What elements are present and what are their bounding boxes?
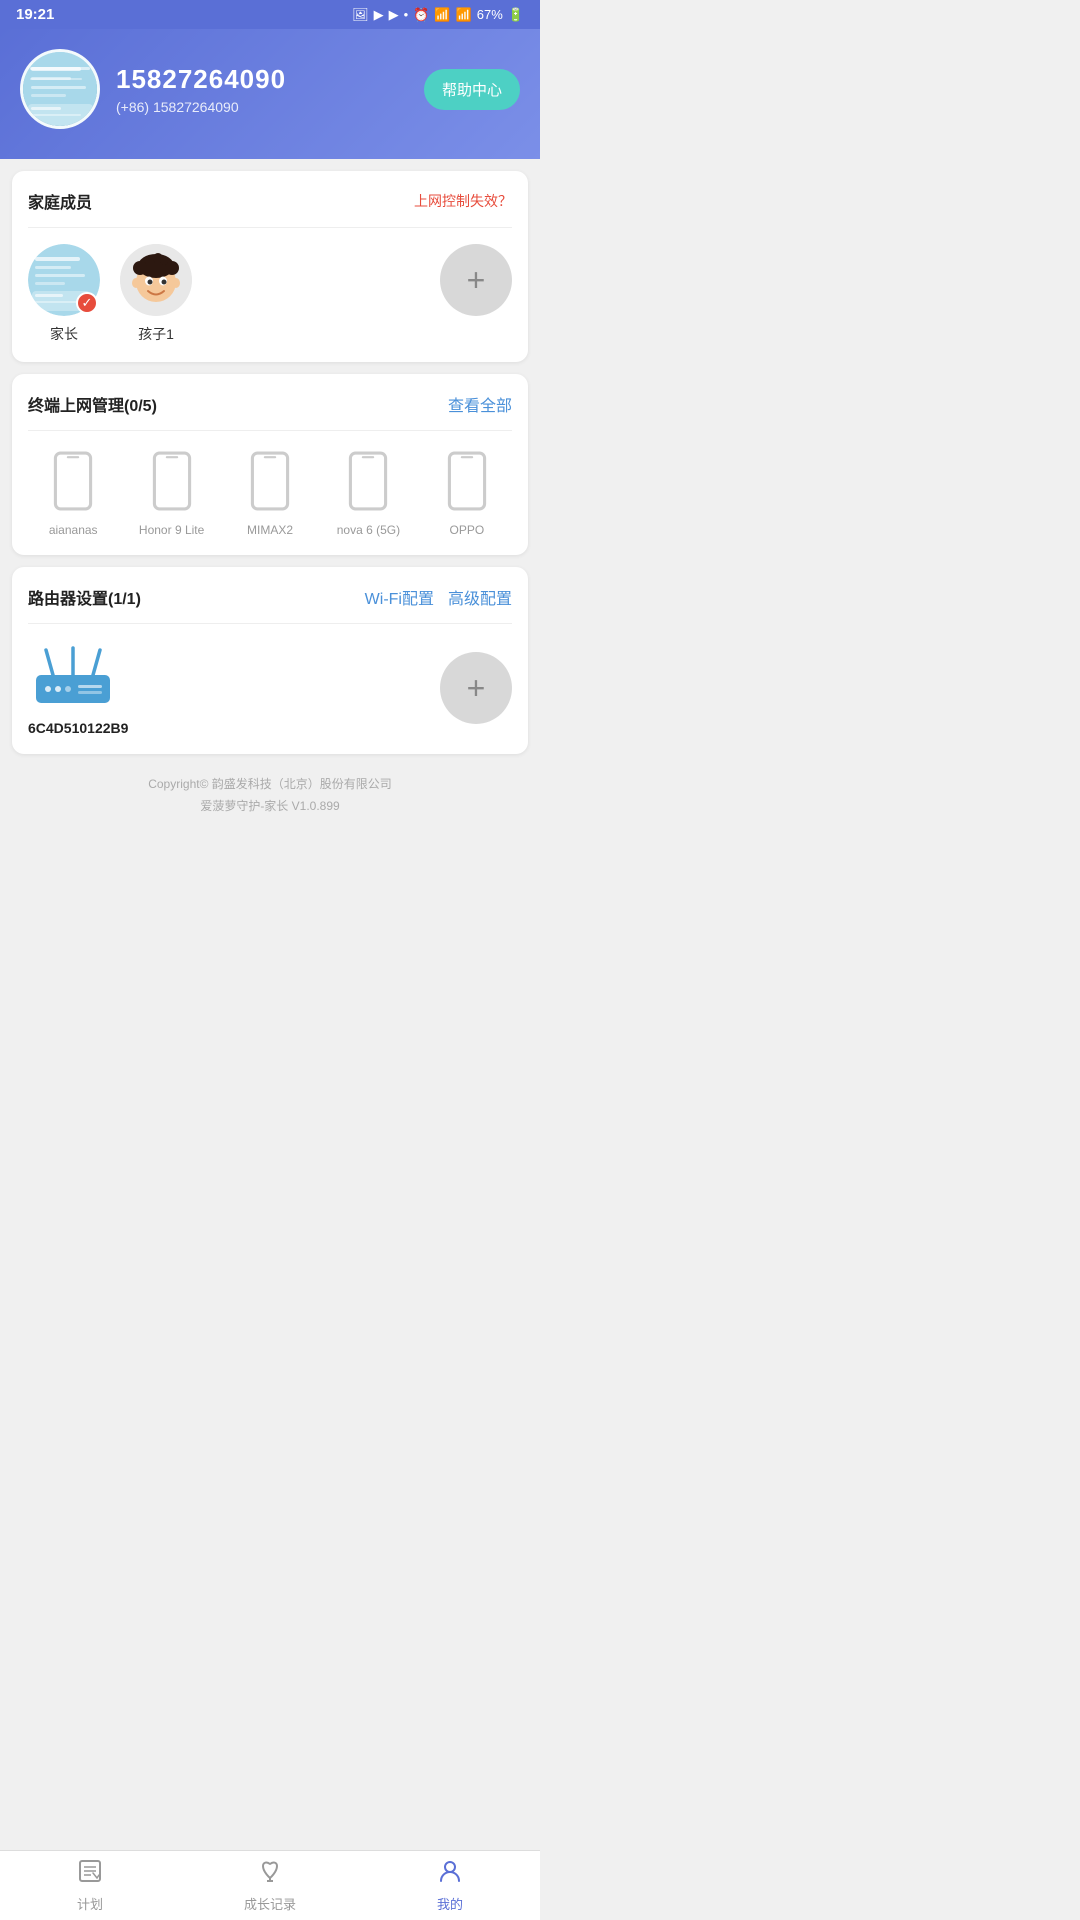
router-row: 6C4D510122B9 + <box>28 640 512 736</box>
wifi-icon: 📶 <box>434 7 450 23</box>
phone-svg-0 <box>53 451 93 511</box>
devices-divider <box>28 430 512 431</box>
router-svg <box>28 645 118 710</box>
internet-control-alert[interactable]: 上网控制失效？ <box>414 191 512 211</box>
user-info: 15827264090 (+86) 15827264090 <box>116 64 408 115</box>
device-item-3[interactable]: nova 6 (5G) <box>323 447 413 537</box>
device-item-1[interactable]: Honor 9 Lite <box>126 447 216 537</box>
router-device-item[interactable]: 6C4D510122B9 <box>28 640 128 736</box>
device-icon-2 <box>244 447 296 515</box>
phone-number-intl: (+86) 15827264090 <box>116 99 408 115</box>
wifi-config-button[interactable]: Wi-Fi配置 <box>365 585 434 609</box>
device-name-3: nova 6 (5G) <box>337 523 400 537</box>
phone-svg-3 <box>348 451 388 511</box>
phone-svg-2 <box>250 451 290 511</box>
member-parent[interactable]: ✓ 家长 <box>28 244 100 344</box>
family-title: 家庭成员 <box>28 189 92 213</box>
router-icon <box>28 640 118 710</box>
members-row: ✓ 家长 <box>28 244 512 344</box>
device-name-0: aiananas <box>49 523 98 537</box>
nav-item-mine[interactable]: 我的 <box>360 1851 540 1920</box>
mine-icon <box>437 1858 463 1890</box>
devices-card-header: 终端上网管理(0/5) 查看全部 <box>28 392 512 416</box>
youtube-icon: ▶ <box>374 7 384 23</box>
status-icons: 🖼 ▶ ▶ • ⏰ 📶 📶 67% 🔋 <box>352 7 524 23</box>
family-card-header: 家庭成员 上网控制失效？ <box>28 189 512 213</box>
phone-svg-1 <box>152 451 192 511</box>
router-action-buttons: Wi-Fi配置 高级配置 <box>365 585 512 609</box>
user-avatar[interactable] <box>20 49 100 129</box>
mine-icon-svg <box>437 1858 463 1884</box>
bottom-navigation: 计划 成长记录 我的 <box>0 1850 540 1920</box>
router-divider <box>28 623 512 624</box>
plan-icon-svg <box>77 1858 103 1884</box>
device-name-2: MIMAX2 <box>247 523 293 537</box>
phone-number: 15827264090 <box>116 64 408 95</box>
device-item-0[interactable]: aiananas <box>28 447 118 537</box>
child1-avatar-container <box>120 244 192 316</box>
nav-item-growth[interactable]: 成长记录 <box>180 1851 360 1920</box>
copyright-line1: Copyright© 韵盛发科技（北京）股份有限公司 <box>12 774 528 796</box>
nav-item-plan[interactable]: 计划 <box>0 1851 180 1920</box>
child1-avatar-image <box>120 244 192 316</box>
router-card: 路由器设置(1/1) Wi-Fi配置 高级配置 <box>12 567 528 754</box>
status-bar: 19:21 🖼 ▶ ▶ • ⏰ 📶 📶 67% 🔋 <box>0 0 540 29</box>
nav-growth-label: 成长记录 <box>244 1894 296 1913</box>
copyright-line2: 爱菠萝守护-家长 V1.0.899 <box>12 796 528 818</box>
avatar-image <box>23 52 97 126</box>
alarm-icon: ⏰ <box>413 7 429 23</box>
view-all-devices-button[interactable]: 查看全部 <box>448 392 512 416</box>
child1-name: 孩子1 <box>138 324 174 344</box>
add-icon: + <box>467 262 486 299</box>
avatar-svg <box>23 52 97 126</box>
device-icon-0 <box>47 447 99 515</box>
help-center-button[interactable]: 帮助中心 <box>424 69 520 110</box>
devices-row: aiananas Honor 9 Lite MI <box>28 447 512 537</box>
member-child1[interactable]: 孩子1 <box>120 244 192 344</box>
battery-text: 67% <box>477 7 503 22</box>
image-icon: 🖼 <box>352 7 369 23</box>
youtube-icon2: ▶ <box>389 7 399 23</box>
profile-header: 15827264090 (+86) 15827264090 帮助中心 <box>0 29 540 159</box>
family-members-card: 家庭成员 上网控制失效？ <box>12 171 528 362</box>
status-time: 19:21 <box>16 6 54 23</box>
devices-card: 终端上网管理(0/5) 查看全部 aiananas <box>12 374 528 555</box>
family-divider <box>28 227 512 228</box>
nav-mine-label: 我的 <box>437 1894 463 1913</box>
parent-name: 家长 <box>50 324 78 344</box>
phone-svg-4 <box>447 451 487 511</box>
plan-icon <box>77 1858 103 1890</box>
nav-plan-label: 计划 <box>77 1894 103 1913</box>
device-item-2[interactable]: MIMAX2 <box>225 447 315 537</box>
copyright-section: Copyright© 韵盛发科技（北京）股份有限公司 爱菠萝守护-家长 V1.0… <box>12 766 528 821</box>
parent-check-badge: ✓ <box>76 292 98 314</box>
main-content: 家庭成员 上网控制失效？ <box>0 159 540 901</box>
router-title: 路由器设置(1/1) <box>28 585 141 609</box>
add-router-button[interactable]: + <box>440 652 512 724</box>
signal-icon: 📶 <box>456 7 472 23</box>
advanced-config-button[interactable]: 高级配置 <box>448 585 512 609</box>
add-router-icon: + <box>467 670 486 707</box>
device-icon-4 <box>441 447 493 515</box>
battery-icon: 🔋 <box>508 7 524 23</box>
router-card-header: 路由器设置(1/1) Wi-Fi配置 高级配置 <box>28 585 512 609</box>
growth-icon <box>257 1858 283 1890</box>
device-name-1: Honor 9 Lite <box>139 523 204 537</box>
child-avatar-svg <box>120 244 192 316</box>
growth-icon-svg <box>257 1858 283 1884</box>
device-icon-3 <box>342 447 394 515</box>
device-name-4: OPPO <box>449 523 484 537</box>
dot-icon: • <box>404 7 409 22</box>
parent-avatar-container: ✓ <box>28 244 100 316</box>
device-icon-1 <box>146 447 198 515</box>
router-mac: 6C4D510122B9 <box>28 720 128 736</box>
device-item-4[interactable]: OPPO <box>422 447 512 537</box>
add-member-button[interactable]: + <box>440 244 512 316</box>
devices-title: 终端上网管理(0/5) <box>28 392 157 416</box>
